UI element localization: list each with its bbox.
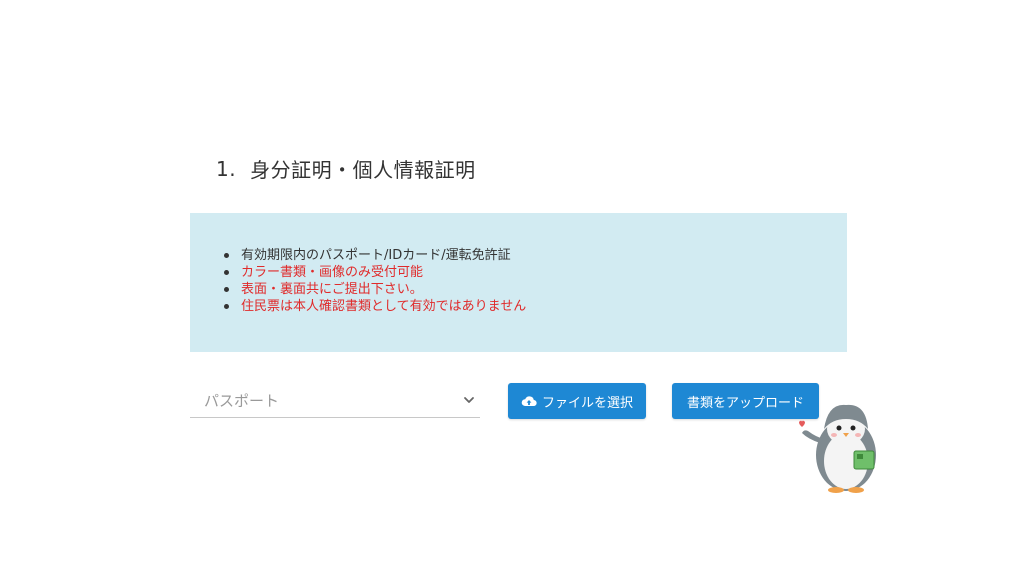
cloud-upload-icon [521,396,537,407]
requirement-text: カラー書類・画像のみ受付可能 [241,265,424,280]
bullet-icon [224,253,229,258]
document-type-select[interactable]: パスポート [190,388,480,418]
section-number: 1. [216,156,237,181]
bullet-icon [224,304,229,309]
requirements-notice: 有効期限内のパスポート/IDカード/運転免許証 カラー書類・画像のみ受付可能 表… [190,213,847,352]
requirement-item: 住民票は本人確認書類として有効ではありません [224,298,526,315]
requirement-item: 表面・裏面共にご提出下さい。 [224,281,526,298]
document-type-value: パスポート [204,392,280,410]
requirement-text: 有効期限内のパスポート/IDカード/運転免許証 [241,248,511,263]
bullet-icon [224,287,229,292]
page: 1. 身分証明・個人情報証明 有効期限内のパスポート/IDカード/運転免許証 カ… [0,0,1024,576]
requirement-text: 表面・裏面共にご提出下さい。 [241,282,423,297]
choose-file-button[interactable]: ファイルを選択 [508,383,646,419]
chevron-down-icon [464,397,474,403]
requirement-item: 有効期限内のパスポート/IDカード/運転免許証 [224,247,526,264]
bullet-icon [224,270,229,275]
choose-file-label: ファイルを選択 [541,395,633,411]
upload-documents-label: 書類をアップロード [686,395,804,411]
requirement-text: 住民票は本人確認書類として有効ではありません [241,299,527,314]
section-title: 身分証明・個人情報証明 [250,158,476,182]
requirement-item: カラー書類・画像のみ受付可能 [224,264,526,281]
penguin-mascot-icon [799,404,876,493]
requirements-list: 有効期限内のパスポート/IDカード/運転免許証 カラー書類・画像のみ受付可能 表… [224,247,526,315]
section-heading: 1. 身分証明・個人情報証明 [216,154,476,183]
